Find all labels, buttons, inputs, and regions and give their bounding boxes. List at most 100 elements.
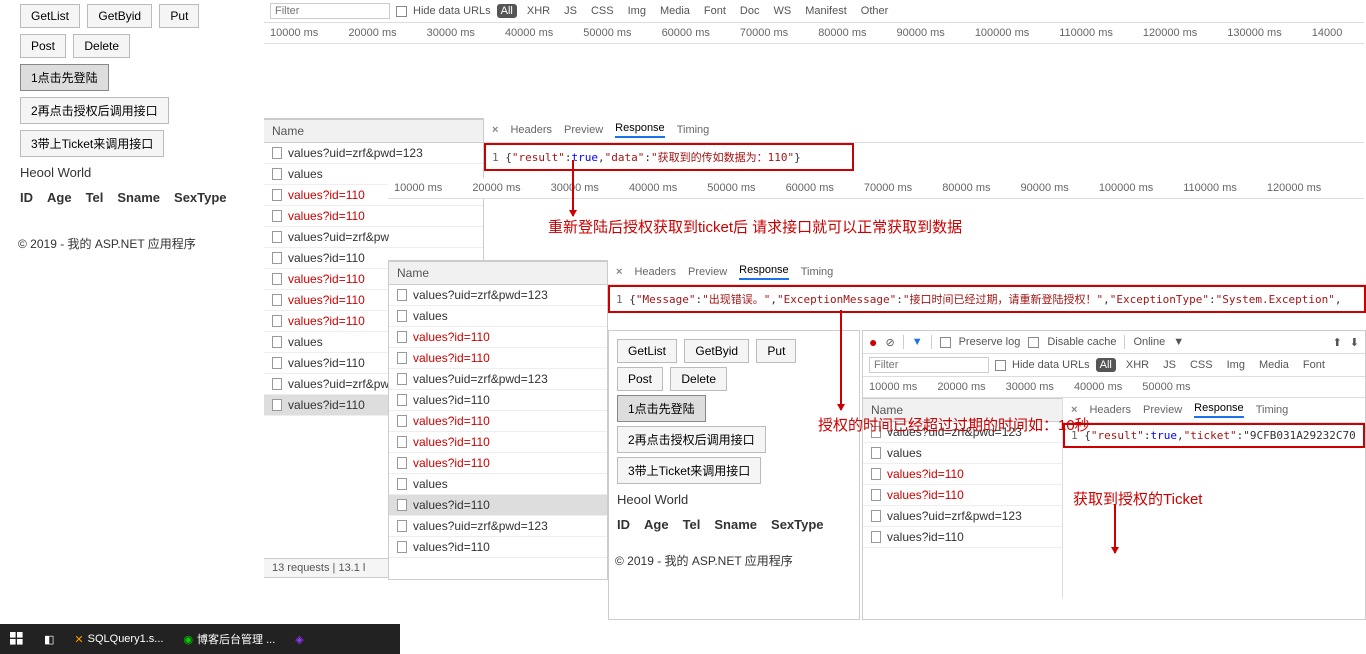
request-name: values?id=110: [887, 530, 964, 544]
step2-button[interactable]: 2再点击授权后调用接口: [20, 97, 169, 124]
devtools-small: ● ⊘ ▼ Preserve log Disable cache Online …: [862, 330, 1366, 620]
post-button-2[interactable]: Post: [617, 367, 663, 391]
resp-tabs-3: × Headers Preview Response Timing: [1063, 398, 1365, 423]
step3-button-2[interactable]: 3带上Ticket来调用接口: [617, 457, 761, 484]
start-button[interactable]: [0, 624, 34, 654]
request-item[interactable]: values?uid=zrf&pwd=123: [389, 285, 607, 306]
online-select[interactable]: Online: [1133, 336, 1165, 348]
close-icon[interactable]: ×: [616, 266, 622, 278]
request-item[interactable]: values?uid=zrf&pwd=123: [863, 506, 1062, 527]
filter-ws[interactable]: WS: [769, 4, 795, 18]
th-sname: Sname: [117, 190, 160, 205]
request-item[interactable]: values?id=110: [863, 464, 1062, 485]
task-view-icon[interactable]: ◧: [34, 624, 64, 654]
request-item[interactable]: values?id=110: [863, 527, 1062, 548]
app-left-panel: GetList GetByid Put Post Delete 1点击先登陆 2…: [18, 2, 229, 252]
filter-font[interactable]: Font: [700, 4, 730, 18]
tab-headers[interactable]: Headers: [634, 266, 676, 278]
request-item[interactable]: values?id=110: [863, 485, 1062, 506]
taskbar-blog[interactable]: ◉ 博客后台管理 ...: [173, 624, 285, 654]
request-item[interactable]: values: [863, 443, 1062, 464]
request-item[interactable]: values?uid=zrf&pwd=123: [389, 516, 607, 537]
filter-img[interactable]: Img: [624, 4, 650, 18]
devtools-mid: 10000 ms20000 ms30000 ms40000 ms50000 ms…: [388, 178, 1364, 199]
request-item[interactable]: values?uid=zrf&pwd=123: [264, 143, 483, 164]
tab-timing[interactable]: Timing: [677, 124, 710, 136]
request-item[interactable]: values?id=110: [264, 206, 483, 227]
tab-timing[interactable]: Timing: [801, 266, 834, 278]
funnel-icon[interactable]: ▼: [912, 336, 923, 348]
getbyid-button[interactable]: GetByid: [87, 4, 152, 28]
response-panel-1: × Headers Preview Response Timing 1 {"re…: [484, 118, 1364, 171]
step2-button-2[interactable]: 2再点击授权后调用接口: [617, 426, 766, 453]
getlist-button-2[interactable]: GetList: [617, 339, 677, 363]
line-no: 1: [492, 151, 499, 164]
document-icon: [272, 210, 282, 222]
request-item[interactable]: values?id=110: [389, 348, 607, 369]
close-icon[interactable]: ×: [492, 124, 498, 136]
step3-button[interactable]: 3带上Ticket来调用接口: [20, 130, 164, 157]
tab-preview[interactable]: Preview: [564, 124, 603, 136]
getlist-button[interactable]: GetList: [20, 4, 80, 28]
request-item[interactable]: values?id=110: [389, 537, 607, 558]
resp-tabs-1: × Headers Preview Response Timing: [484, 118, 1364, 143]
request-name: values?uid=zrf&pwd=123: [887, 509, 1022, 523]
filter-media[interactable]: Media: [656, 4, 694, 18]
filter-js[interactable]: JS: [560, 4, 581, 18]
tab-response[interactable]: Response: [615, 122, 665, 138]
hide-urls-checkbox[interactable]: [396, 6, 407, 17]
hide-urls-checkbox-sm[interactable]: [995, 360, 1006, 371]
record-icon[interactable]: ●: [869, 334, 877, 350]
request-item[interactable]: values?uid=zrf&pwd=123: [389, 369, 607, 390]
filter-bar-main: Hide data URLs All XHR JS CSS Img Media …: [264, 0, 1364, 23]
tab-preview[interactable]: Preview: [688, 266, 727, 278]
request-name: values?uid=zrf&pwd=123: [413, 372, 548, 386]
request-item[interactable]: values?id=110: [389, 327, 607, 348]
request-name: values?uid=zrf&pw: [288, 230, 389, 244]
document-icon: [272, 168, 282, 180]
request-item[interactable]: values: [389, 306, 607, 327]
browser-icon: ◉: [183, 633, 193, 646]
filter-all[interactable]: All: [497, 4, 517, 18]
request-name: values: [413, 477, 448, 491]
delete-button[interactable]: Delete: [73, 34, 130, 58]
timeline-tick: 50000 ms: [583, 27, 631, 39]
tab-response[interactable]: Response: [739, 264, 789, 280]
filter-xhr[interactable]: XHR: [523, 4, 554, 18]
put-button-2[interactable]: Put: [756, 339, 796, 363]
post-button[interactable]: Post: [20, 34, 66, 58]
filter-manifest[interactable]: Manifest: [801, 4, 851, 18]
request-item[interactable]: values?id=110: [389, 411, 607, 432]
tab-headers[interactable]: Headers: [510, 124, 552, 136]
filter-css[interactable]: CSS: [587, 4, 618, 18]
request-item[interactable]: values?id=110: [389, 453, 607, 474]
getbyid-button-2[interactable]: GetByid: [684, 339, 749, 363]
timeline-tick: 90000 ms: [1021, 182, 1069, 194]
filter-doc[interactable]: Doc: [736, 4, 764, 18]
arrow-2: [840, 310, 842, 410]
request-item[interactable]: values?id=110: [389, 390, 607, 411]
step1-button[interactable]: 1点击先登陆: [20, 64, 109, 91]
filter-other[interactable]: Other: [857, 4, 893, 18]
step1-button-2[interactable]: 1点击先登陆: [617, 395, 706, 422]
filter-input[interactable]: [270, 3, 390, 19]
document-icon: [397, 310, 407, 322]
filter-input-sm[interactable]: [869, 357, 989, 373]
taskbar-sql[interactable]: ✕ SQLQuery1.s...: [64, 624, 173, 654]
request-item[interactable]: values: [389, 474, 607, 495]
disable-checkbox[interactable]: [1028, 337, 1039, 348]
request-item[interactable]: values?id=110: [389, 495, 607, 516]
filter-all-sm[interactable]: All: [1096, 358, 1116, 372]
request-item[interactable]: values?id=110: [389, 432, 607, 453]
request-item[interactable]: values?uid=zrf&pw: [264, 227, 483, 248]
request-name: values?id=110: [288, 293, 365, 307]
chevron-down-icon[interactable]: ▼: [1173, 336, 1184, 348]
upload-icon[interactable]: ⬆: [1333, 336, 1342, 349]
delete-button-2[interactable]: Delete: [670, 367, 727, 391]
taskbar-vs[interactable]: ◈: [285, 624, 313, 654]
download-icon[interactable]: ⬇: [1350, 336, 1359, 349]
preserve-checkbox[interactable]: [940, 337, 951, 348]
put-button[interactable]: Put: [159, 4, 199, 28]
document-icon: [397, 520, 407, 532]
clear-icon[interactable]: ⊘: [885, 336, 894, 349]
